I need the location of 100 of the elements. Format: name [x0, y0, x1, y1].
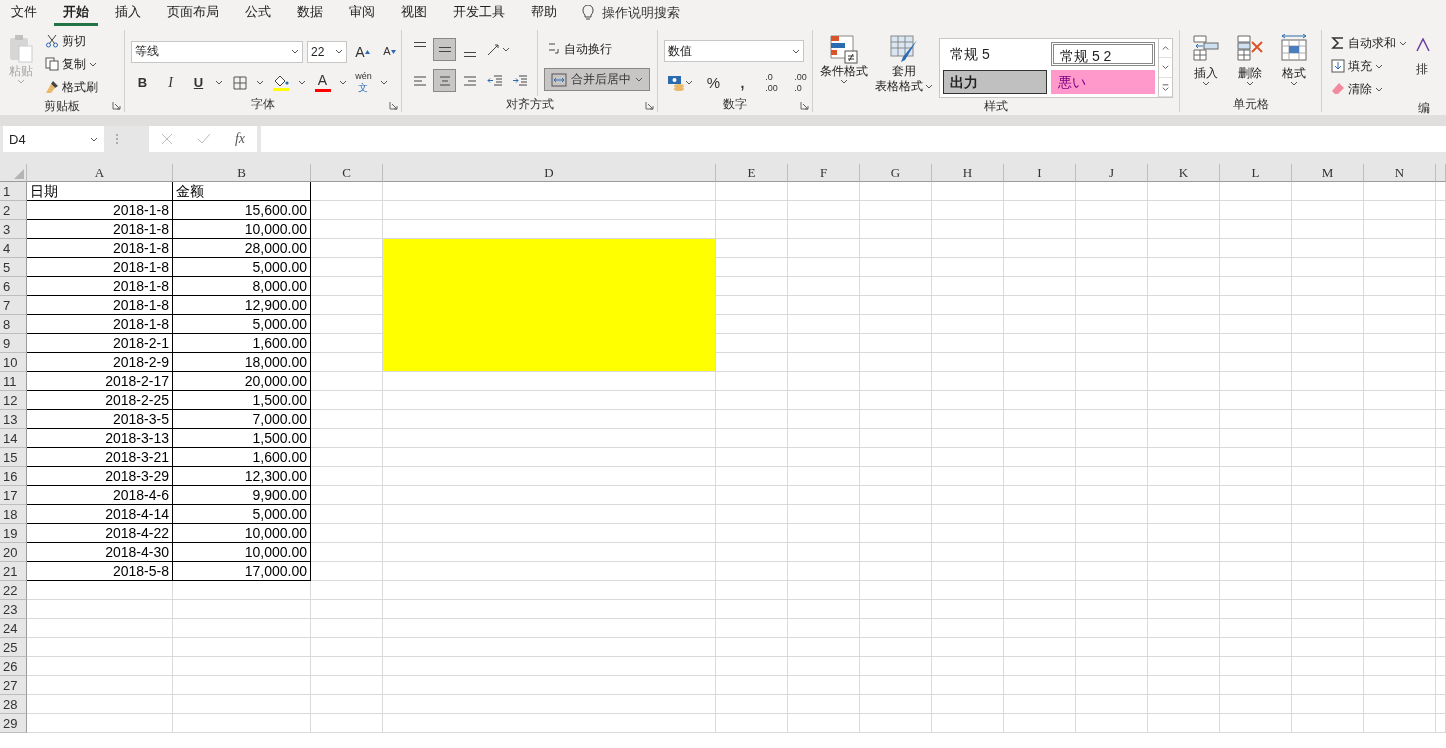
name-box[interactable]: D4 — [3, 126, 104, 152]
column-header[interactable]: G — [860, 164, 932, 182]
column-header[interactable]: H — [932, 164, 1004, 182]
comma-style-button[interactable]: , — [731, 71, 754, 94]
check-icon[interactable] — [196, 133, 211, 145]
menu-tab[interactable]: 开发工具 — [444, 0, 514, 26]
row-header[interactable]: 4 — [0, 239, 27, 258]
font-size-field[interactable]: 22 — [307, 40, 347, 63]
menu-tab[interactable]: 审阅 — [340, 0, 384, 26]
menu-tab[interactable]: 公式 — [236, 0, 280, 26]
dialog-launcher-icon[interactable] — [112, 101, 121, 110]
column-header[interactable]: C — [311, 164, 383, 182]
row-header[interactable]: 12 — [0, 391, 27, 410]
row-header[interactable]: 11 — [0, 372, 27, 391]
format-as-table-button[interactable]: 套用 表格格式 — [874, 30, 933, 98]
row-header[interactable]: 13 — [0, 410, 27, 429]
menu-tab[interactable]: 页面布局 — [158, 0, 228, 26]
sort-button[interactable]: 排 — [1416, 30, 1432, 100]
menu-tab[interactable]: 插入 — [106, 0, 150, 26]
row-header[interactable]: 16 — [0, 467, 27, 486]
row-header[interactable]: 18 — [0, 505, 27, 524]
menu-tab[interactable]: 文件 — [2, 0, 46, 26]
cancel-icon[interactable] — [160, 133, 173, 145]
menu-tab[interactable]: 视图 — [392, 0, 436, 26]
menu-tab[interactable]: 数据 — [288, 0, 332, 26]
percent-button[interactable]: % — [702, 71, 725, 94]
row-header[interactable]: 5 — [0, 258, 27, 277]
dialog-launcher-icon[interactable] — [389, 101, 398, 110]
row-header[interactable]: 14 — [0, 429, 27, 448]
increase-decimal-button[interactable]: .0 .00 — [760, 71, 783, 94]
dialog-launcher-icon[interactable] — [645, 101, 654, 110]
row-header[interactable]: 3 — [0, 220, 27, 239]
row-header[interactable]: 28 — [0, 695, 27, 714]
vertical-align-button[interactable] — [433, 38, 456, 61]
column-header[interactable]: I — [1004, 164, 1076, 182]
column-header[interactable]: E — [716, 164, 788, 182]
cells-button[interactable]: 插入 — [1186, 30, 1226, 96]
cell-style-item[interactable]: 悪い — [1051, 70, 1155, 94]
menu-tab[interactable]: 帮助 — [522, 0, 566, 26]
bold-button[interactable]: B — [131, 71, 154, 94]
row-header[interactable]: 20 — [0, 543, 27, 562]
row-header[interactable]: 8 — [0, 315, 27, 334]
merge-center-button[interactable]: 合并后居中 — [544, 68, 650, 91]
number-format-field[interactable]: 数值 — [664, 40, 804, 62]
column-header[interactable] — [1436, 164, 1446, 182]
column-header[interactable]: J — [1076, 164, 1148, 182]
italic-button[interactable]: I — [159, 71, 182, 94]
autosum-button[interactable]: 自动求和 — [1328, 32, 1410, 54]
cells-button[interactable]: 删除 — [1230, 30, 1270, 96]
row-header[interactable]: 10 — [0, 353, 27, 372]
row-header[interactable]: 15 — [0, 448, 27, 467]
dialog-launcher-icon[interactable] — [800, 101, 809, 110]
row-header[interactable]: 17 — [0, 486, 27, 505]
empty-cell — [1148, 334, 1220, 353]
row-header[interactable]: 24 — [0, 619, 27, 638]
column-header[interactable]: B — [173, 164, 311, 182]
decrease-decimal-button[interactable]: .00 .0 — [789, 71, 812, 94]
phonetic-button[interactable]: wén 文 — [352, 71, 375, 94]
row-header[interactable]: 25 — [0, 638, 27, 657]
fill-button[interactable]: 填充 — [1328, 55, 1410, 77]
row-header[interactable]: 27 — [0, 676, 27, 695]
column-header[interactable]: F — [788, 164, 860, 182]
underline-button[interactable]: U — [187, 71, 210, 94]
row-header[interactable]: 19 — [0, 524, 27, 543]
font-name-field[interactable]: 等线 — [131, 40, 303, 63]
insert-function-button[interactable]: fx — [234, 131, 245, 147]
empty-cell — [1148, 448, 1220, 467]
cell-style-item[interactable]: 出力 — [943, 70, 1047, 94]
select-all-corner[interactable] — [0, 164, 27, 182]
table-cell: 18,000.00 — [173, 353, 311, 372]
column-header[interactable]: L — [1220, 164, 1292, 182]
format-painter-button[interactable]: 格式刷 — [42, 76, 101, 98]
column-header[interactable]: D — [383, 164, 716, 182]
clear-button[interactable]: 清除 — [1328, 78, 1410, 100]
cut-button[interactable]: 剪切 — [42, 30, 101, 52]
search-field[interactable]: 操作说明搜索 — [602, 4, 680, 22]
row-header[interactable]: 6 — [0, 277, 27, 296]
wrap-text-button[interactable]: 自动换行 — [544, 38, 650, 60]
row-header[interactable]: 9 — [0, 334, 27, 353]
horizontal-align-button[interactable] — [433, 69, 456, 92]
cells-button[interactable]: 格式 — [1274, 30, 1314, 96]
column-header[interactable]: K — [1148, 164, 1220, 182]
copy-button[interactable]: 复制 — [42, 53, 101, 75]
column-header[interactable]: M — [1292, 164, 1364, 182]
column-header[interactable]: A — [27, 164, 173, 182]
row-header[interactable]: 7 — [0, 296, 27, 315]
conditional-format-button[interactable]: 条件格式 — [819, 30, 869, 98]
row-header[interactable]: 2 — [0, 201, 27, 220]
grow-font-button[interactable]: A — [351, 40, 374, 63]
shrink-font-button[interactable]: A — [378, 40, 401, 63]
row-header[interactable]: 23 — [0, 600, 27, 619]
row-header[interactable]: 29 — [0, 714, 27, 733]
row-header[interactable]: 22 — [0, 581, 27, 600]
column-header[interactable]: N — [1364, 164, 1436, 182]
formula-field[interactable] — [261, 126, 1446, 152]
row-header[interactable]: 1 — [0, 182, 27, 201]
font-color-button[interactable]: A — [311, 71, 334, 94]
row-header[interactable]: 21 — [0, 562, 27, 581]
row-header[interactable]: 26 — [0, 657, 27, 676]
cell-style-item[interactable]: 常规 5 2 — [1051, 42, 1155, 66]
